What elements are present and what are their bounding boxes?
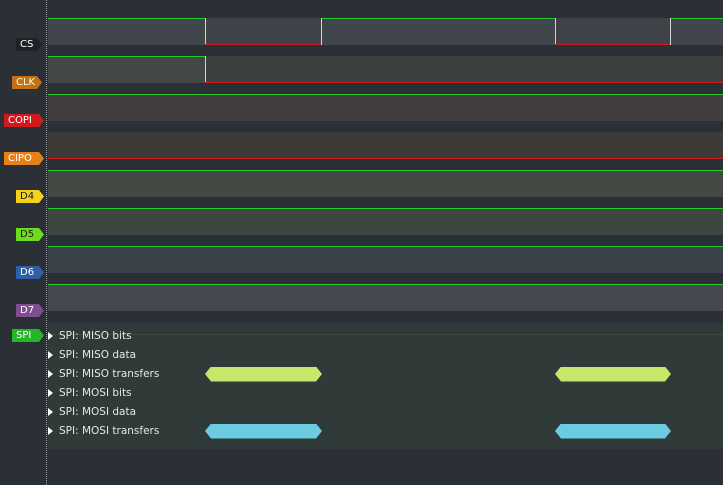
channel-high-line-d5 (48, 208, 723, 209)
lane-cs[interactable] (48, 18, 723, 45)
channel-level-d6 (48, 246, 723, 273)
transfer-frame-spi-mosi-transfers[interactable] (205, 424, 322, 439)
channel-level-cipo (48, 132, 723, 159)
lane-cipo[interactable] (48, 132, 723, 159)
channel-label-copi[interactable]: COPI (4, 114, 44, 127)
clk-edge (205, 56, 206, 83)
cs-high-line (48, 18, 205, 19)
channel-high-line-d7 (48, 284, 723, 285)
row-label-spi-miso-data: SPI: MISO data (59, 349, 137, 361)
analyzer-label-spi[interactable]: SPI (12, 329, 44, 342)
channel-label-cs[interactable]: CS (16, 38, 42, 51)
cs-edge (670, 18, 671, 45)
channel-high-line-d4 (48, 170, 723, 171)
row-expand-icon[interactable] (48, 370, 53, 378)
time-cursor-line[interactable] (46, 0, 47, 485)
clk-high-line (48, 56, 205, 57)
row-label-spi-miso-transfers: SPI: MISO transfers (59, 368, 160, 380)
channel-label-d6[interactable]: D6 (16, 266, 44, 279)
clk-low-line (205, 82, 723, 83)
cs-high-segment (321, 18, 555, 45)
channel-label-d5[interactable]: D5 (16, 228, 44, 241)
channel-label-clk[interactable]: CLK (12, 76, 42, 89)
cs-high-segment (670, 18, 723, 45)
channel-label-d4[interactable]: D4 (16, 190, 44, 203)
row-expand-icon[interactable] (48, 427, 53, 435)
channel-high-line-d6 (48, 246, 723, 247)
waveform-area[interactable]: SPI: MISO bits SPI: MISO data SPI: MISO tr… (48, 0, 723, 485)
spi-analyzer-area: SPI: MISO bits SPI: MISO data SPI: MISO tr… (48, 323, 723, 449)
lane-d7[interactable] (48, 284, 723, 311)
channel-level-d7 (48, 284, 723, 311)
row-expand-icon[interactable] (48, 408, 53, 416)
lane-copi[interactable] (48, 94, 723, 121)
lane-clk[interactable] (48, 56, 723, 83)
cs-low-line (555, 44, 670, 45)
channel-high-line-copi (48, 94, 723, 95)
channel-level-d5 (48, 208, 723, 235)
cs-edge (321, 18, 322, 45)
row-label-spi-mosi-data: SPI: MOSI data (59, 406, 137, 418)
cs-edge (555, 18, 556, 45)
clk-high-segment (48, 56, 205, 83)
transfer-frame-spi-miso-transfers[interactable] (555, 367, 671, 382)
lane-d4[interactable] (48, 170, 723, 197)
logic-analyzer-window: CS CLK COPI CIPO D4 D5 D6 D7 SPI SPI: MISO bits S… (0, 0, 723, 485)
lane-d5[interactable] (48, 208, 723, 235)
cs-high-segment (48, 18, 205, 45)
transfer-frame-spi-mosi-transfers[interactable] (555, 424, 671, 439)
row-expand-icon[interactable] (48, 389, 53, 397)
row-expand-icon[interactable] (48, 351, 53, 359)
channel-label-column: CS CLK COPI CIPO D4 D5 D6 D7 SPI (0, 0, 46, 485)
row-expand-icon[interactable] (48, 332, 53, 340)
cs-high-line (670, 18, 723, 19)
transfer-frame-spi-miso-transfers[interactable] (205, 367, 322, 382)
channel-label-cipo[interactable]: CIPO (4, 152, 44, 165)
channel-level-copi (48, 94, 723, 121)
channel-label-d7[interactable]: D7 (16, 304, 44, 317)
cs-low-line (205, 44, 321, 45)
lane-d6[interactable] (48, 246, 723, 273)
channel-level-d4 (48, 170, 723, 197)
row-label-spi-mosi-transfers: SPI: MOSI transfers (59, 425, 160, 437)
cs-high-line (321, 18, 555, 19)
spi-separator-line (48, 334, 723, 335)
channel-low-line-cipo (48, 158, 723, 159)
row-label-spi-miso-bits: SPI: MISO bits (59, 330, 132, 342)
cs-edge (205, 18, 206, 45)
row-label-spi-mosi-bits: SPI: MOSI bits (59, 387, 132, 399)
